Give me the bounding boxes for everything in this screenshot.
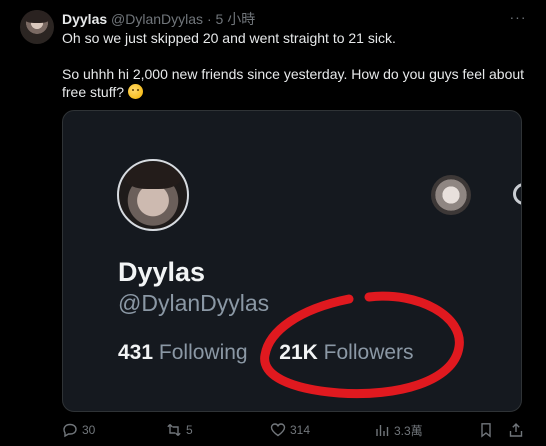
tweet-header: Dyylas @DylanDyylas · 5 小時 bbox=[62, 10, 532, 28]
like-count: 314 bbox=[290, 423, 311, 437]
followers-count: 21K bbox=[279, 341, 318, 364]
tweet-text-line-2: So uhhh hi 2,000 new friends since yeste… bbox=[62, 65, 532, 101]
reply-count: 30 bbox=[82, 423, 96, 437]
tweet-text-line-1: Oh so we just skipped 20 and went straig… bbox=[62, 30, 396, 46]
like-button[interactable]: 314 bbox=[270, 420, 310, 440]
repost-button[interactable]: 5 bbox=[166, 420, 193, 440]
tweet-media-image[interactable]: Dyylas @DylanDyylas 431 Following 21K Fo… bbox=[62, 110, 522, 412]
secondary-avatar bbox=[431, 175, 471, 215]
thinking-face-icon bbox=[127, 84, 143, 99]
tweet-actions: 30 5 314 3.3萬 bbox=[62, 420, 532, 440]
profile-display-name: Dyylas bbox=[118, 257, 206, 287]
separator-dot: · bbox=[206, 11, 212, 27]
profile-avatar bbox=[117, 159, 189, 231]
tweet-text: Oh so we just skipped 20 and went straig… bbox=[62, 29, 532, 101]
author-avatar[interactable] bbox=[20, 10, 54, 44]
tweet-timestamp[interactable]: 5 小時 bbox=[216, 11, 256, 27]
author-name[interactable]: Dyylas bbox=[62, 11, 107, 27]
repost-icon bbox=[167, 424, 181, 436]
profile-stats: 431 Following 21K Followers bbox=[118, 341, 414, 365]
share-button[interactable] bbox=[508, 420, 524, 440]
repost-count: 5 bbox=[186, 423, 193, 437]
reply-icon bbox=[63, 423, 77, 438]
profile-handle: @DylanDyylas bbox=[118, 290, 270, 316]
share-icon bbox=[509, 423, 523, 437]
reply-button[interactable]: 30 bbox=[62, 420, 95, 440]
following-count: 431 bbox=[118, 341, 154, 364]
bar-chart-icon bbox=[376, 425, 389, 436]
author-handle[interactable]: @DylanDyylas bbox=[111, 11, 203, 27]
heart-icon bbox=[270, 423, 286, 437]
more-options-icon[interactable]: ··· bbox=[508, 10, 528, 28]
views-button[interactable]: 3.3萬 bbox=[374, 420, 423, 440]
bookmark-icon bbox=[481, 423, 491, 438]
partial-avatar bbox=[513, 183, 521, 205]
following-label: Following bbox=[158, 341, 248, 364]
view-count: 3.3萬 bbox=[394, 423, 423, 438]
bookmark-button[interactable] bbox=[478, 420, 494, 440]
followers-label: Followers bbox=[323, 341, 414, 364]
